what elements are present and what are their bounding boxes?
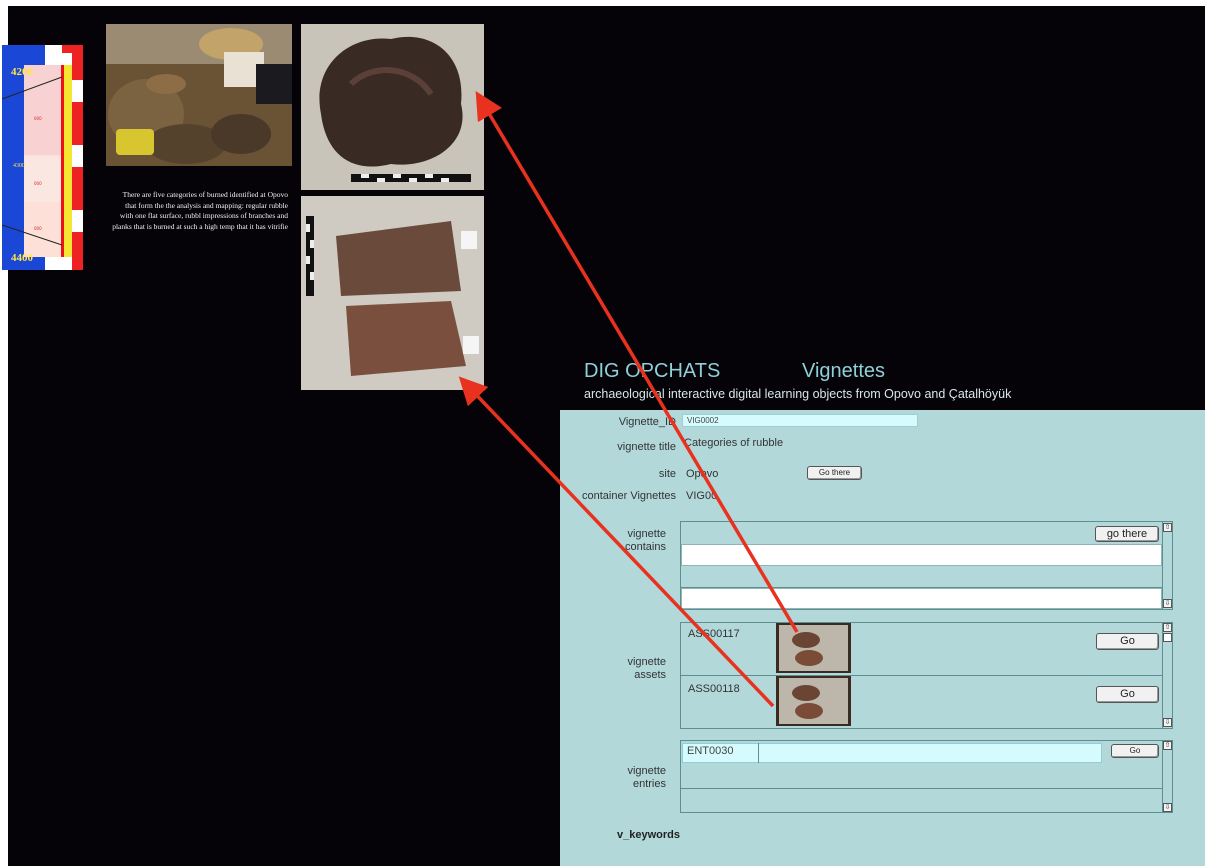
entry-go-button[interactable]: Go [1111, 744, 1159, 758]
asset-go-button[interactable]: Go [1096, 686, 1159, 703]
svg-text:000: 000 [34, 116, 42, 121]
assets-row-divider [681, 675, 1162, 676]
app-subtitle: archaeological interactive digital learn… [584, 387, 1012, 401]
vignette-id-label: Vignette_ID [618, 416, 676, 428]
scroll-up-icon[interactable]: ⇧ [1163, 523, 1172, 532]
contains-go-there-button[interactable]: go there [1095, 526, 1159, 542]
scroll-up-icon[interactable]: ⇧ [1163, 623, 1172, 632]
depth-scale-graphic: 000 000 000 [2, 45, 83, 270]
contains-row-1[interactable] [681, 544, 1162, 566]
v-keywords-label: v_keywords [617, 829, 680, 841]
section-title: Vignettes [802, 360, 886, 382]
entry-id-divider [758, 743, 759, 763]
vignette-title-label: vignette title [617, 441, 676, 453]
scroll-down-icon[interactable]: ⇩ [1163, 803, 1172, 812]
scroll-up-icon[interactable]: ⇧ [1163, 741, 1172, 750]
site-label: site [658, 468, 676, 480]
scale-tick-4300: 4300 [13, 163, 25, 169]
excavation-photo [106, 24, 292, 166]
vignette-entries-label: vignette entries [627, 765, 666, 790]
contains-row-2[interactable] [681, 588, 1162, 609]
scroll-down-icon[interactable]: ⇩ [1163, 718, 1172, 727]
asset-id[interactable]: ASS00117 [688, 628, 740, 640]
rubble-photo-top [301, 24, 484, 190]
svg-text:000: 000 [34, 181, 42, 186]
vignette-contains-label: vignette contains [625, 528, 666, 553]
collage-description: There are five categories of burned iden… [112, 190, 288, 231]
svg-text:000: 000 [34, 226, 42, 231]
entries-row-divider [681, 788, 1162, 789]
asset-thumbnail[interactable] [776, 676, 851, 726]
asset-go-button[interactable]: Go [1096, 633, 1159, 650]
contains-scrollbar[interactable] [1162, 521, 1173, 610]
scale-tick-4400: 4400 [11, 252, 33, 264]
vignette-assets-label: vignette assets [627, 656, 666, 681]
container-vignettes-value[interactable]: VIG00 [686, 490, 717, 502]
asset-thumbnail[interactable] [776, 623, 851, 673]
site-go-there-button[interactable]: Go there [807, 466, 862, 480]
app-title: DIG OPCHATS [584, 360, 721, 382]
asset-id[interactable]: ASS00118 [688, 683, 740, 695]
scroll-down-icon[interactable]: ⇩ [1163, 599, 1172, 608]
scroll-thumb[interactable] [1163, 633, 1172, 642]
site-value[interactable]: Opovo [686, 468, 718, 480]
scale-tick-4200: 4200 [11, 66, 33, 78]
rubble-photo-bottom [301, 196, 484, 390]
container-vignettes-label: container Vignettes [582, 490, 676, 502]
entry-id-field[interactable]: ENT0030 [682, 743, 1102, 763]
vignette-title-value[interactable]: Categories of rubble [684, 437, 783, 449]
vignette-id-field[interactable]: VIG0002 [682, 414, 918, 427]
